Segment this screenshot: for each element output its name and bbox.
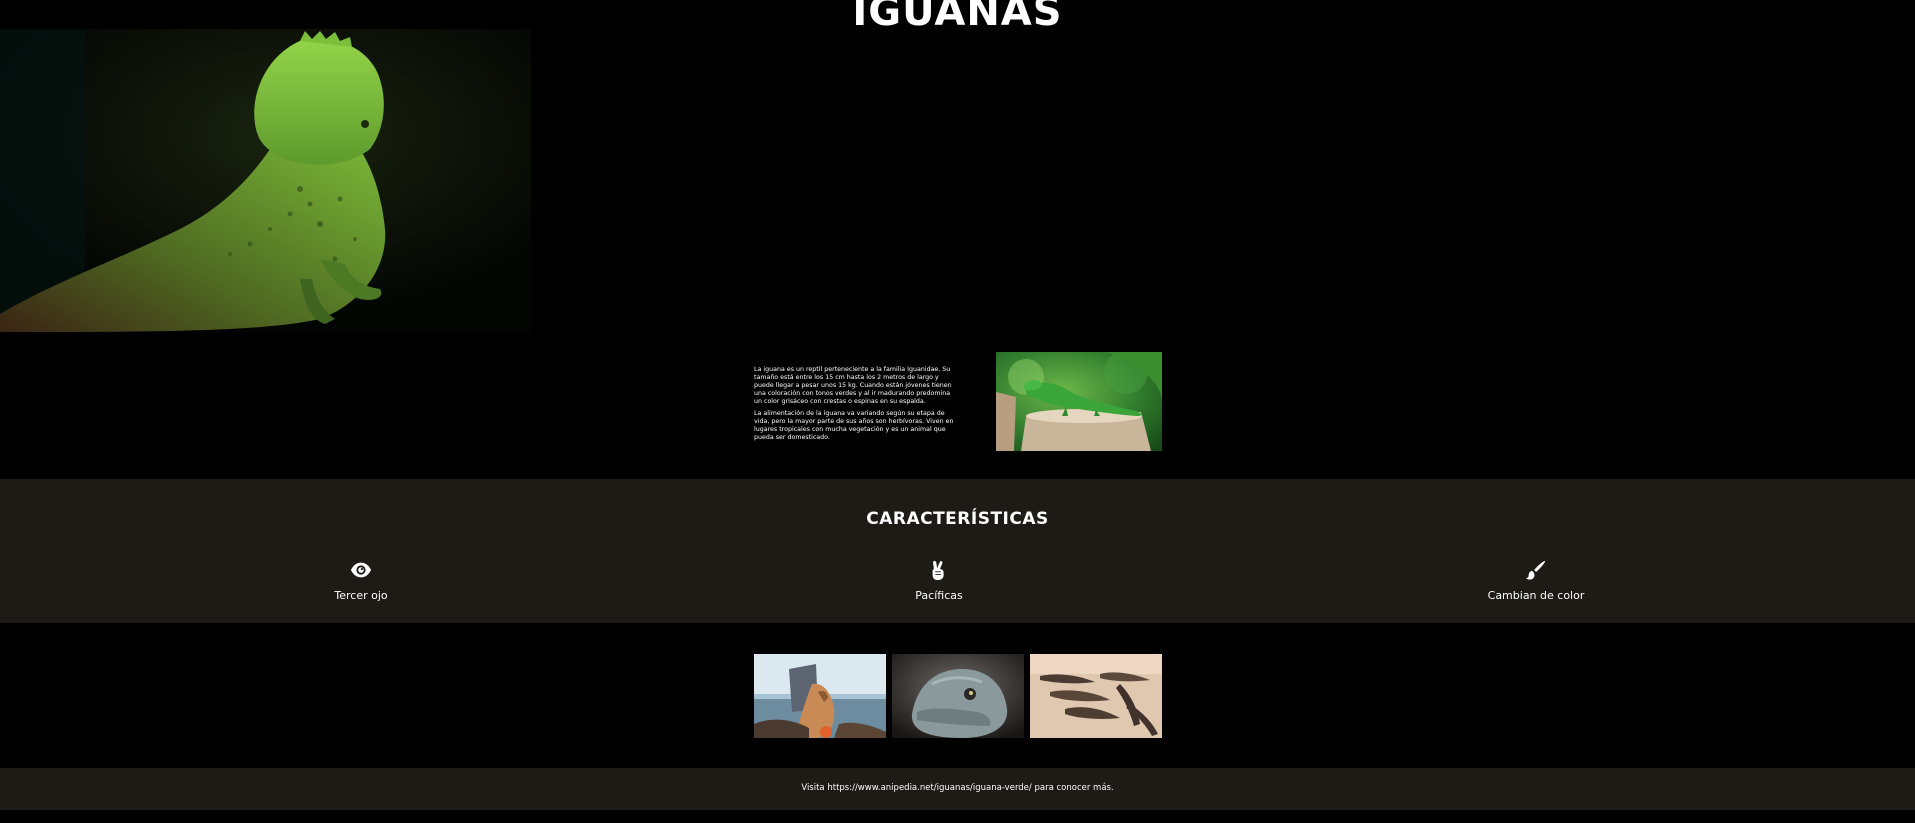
feature-label: Pacíficas	[915, 589, 963, 602]
feature-change-color: Cambian de color	[1436, 559, 1636, 603]
paintbrush-icon	[1525, 560, 1546, 580]
footer-suffix: para conocer más.	[1034, 783, 1114, 793]
page: IGUANAS La iguana es un reptil perteneci…	[0, 0, 1915, 823]
feature-label: Cambian de color	[1487, 589, 1585, 602]
peace-hand-icon	[932, 560, 944, 581]
gallery-image-iguana-group[interactable]	[1030, 654, 1162, 738]
footer: Visita https://www.anipedia.net/iguanas/…	[0, 768, 1915, 810]
feature-peaceful: Pacíficas	[839, 559, 1039, 603]
gallery-image-beach-iguana[interactable]	[754, 654, 886, 738]
features-title: CARACTERÍSTICAS	[866, 509, 1049, 529]
green-iguana-image	[996, 352, 1162, 451]
photo-gallery	[754, 654, 1164, 738]
footer-prefix: Visita	[801, 783, 825, 793]
footer-text: Visita https://www.anipedia.net/iguanas/…	[0, 783, 1915, 793]
hero-iguana-image	[0, 29, 531, 332]
intro-text: La iguana es un reptil perteneciente a l…	[754, 366, 954, 446]
eye-icon	[350, 562, 372, 578]
footer-source-link[interactable]: https://www.anipedia.net/iguanas/iguana-…	[827, 783, 1031, 793]
feature-third-eye: Tercer ojo	[261, 559, 461, 603]
feature-label: Tercer ojo	[334, 589, 388, 602]
features-section: CARACTERÍSTICAS Tercer ojo Pacíficas Cam	[0, 479, 1915, 623]
intro-paragraph-2: La alimentación de la iguana va variando…	[754, 410, 954, 441]
intro-paragraph-1: La iguana es un reptil perteneciente a l…	[754, 366, 952, 405]
gallery-image-iguana-head[interactable]	[892, 654, 1024, 738]
